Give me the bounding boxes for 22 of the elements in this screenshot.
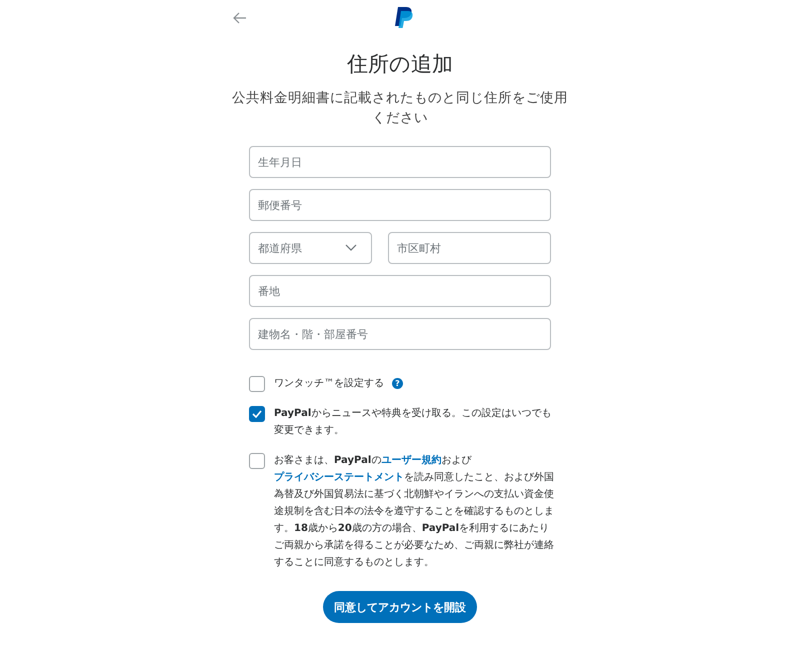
- page-title: 住所の追加: [346, 51, 454, 78]
- policy-link[interactable]: プライバシーステートメント: [274, 472, 404, 483]
- input-field[interactable]: 建物名・階・部屋番号: [249, 318, 551, 350]
- input-field[interactable]: 生年月日: [249, 146, 551, 178]
- checkbox[interactable]: [249, 376, 265, 392]
- checkbox-label: PayPalからニュースや特典を受け取る。この設定はいつでも変更できます。: [274, 406, 552, 438]
- checkbox-label: お客さまは、PayPalのユーザー規約および プライバシーステートメント を読み同意したこと、および外国為替及び外国貿易法に基づく北朝鮮やイランへの支払い資金使途規制を含む日本の法令を遵守することを確認するものとします。18歳から20歳の方の場合、PayPalを利用するにあたりご両親から承諾を得ることが必要なため、ご両親に弊社が連絡することに同意するものとします。: [274, 454, 555, 570]
- prefecture-select[interactable]: 都道府県: [249, 232, 372, 264]
- input-field[interactable]: 番地: [249, 275, 551, 307]
- policy-link[interactable]: ユーザー規約: [381, 455, 442, 466]
- help-icon[interactable]: ?: [392, 378, 403, 389]
- checkbox[interactable]: [249, 453, 265, 469]
- chevron-down-icon: [345, 244, 357, 252]
- input-field[interactable]: 郵便番号: [249, 189, 551, 221]
- back-arrow-icon[interactable]: [233, 12, 247, 24]
- checkbox-label: ワンタッチ™を設定する ?: [274, 375, 403, 392]
- submit-button[interactable]: 同意してアカウントを開設: [323, 591, 477, 623]
- checkmark-icon: [252, 410, 262, 418]
- input-field[interactable]: 市区町村: [388, 232, 551, 264]
- subtitle: 公共料金明細書に記載されたものと同じ住所をご使用ください: [231, 89, 569, 128]
- checkbox[interactable]: [249, 406, 265, 422]
- logo-icon: [394, 6, 414, 30]
